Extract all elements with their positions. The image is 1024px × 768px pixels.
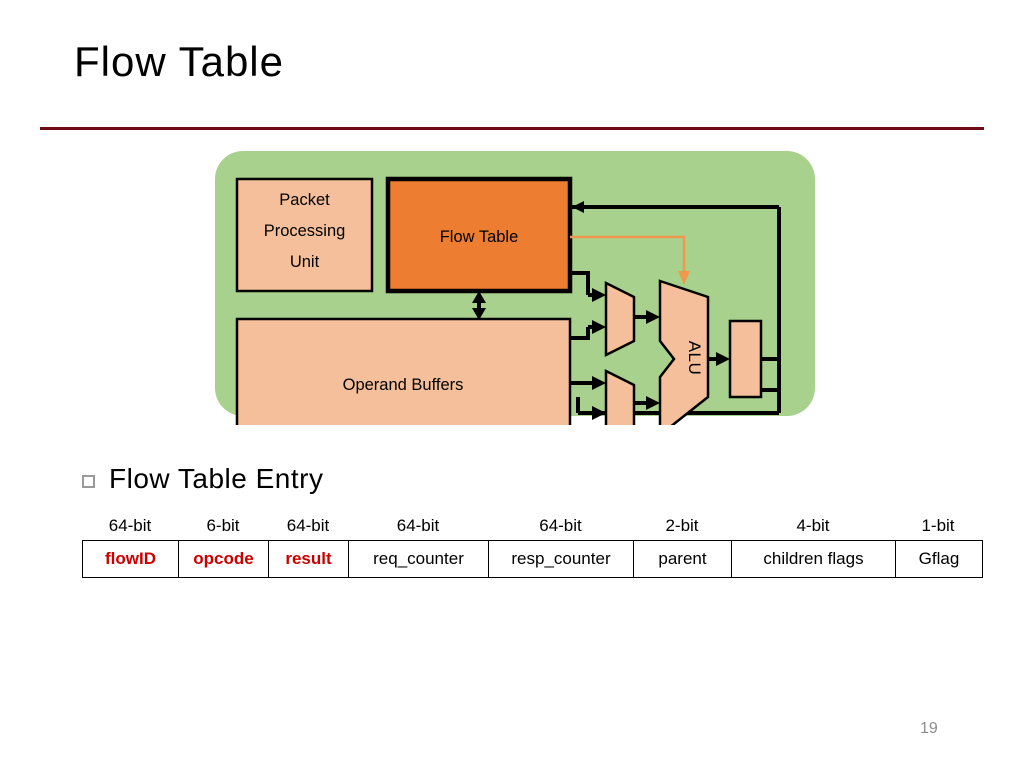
entry-field-cell: flowID [83,541,179,577]
block-operand-buffers: Operand Buffers [235,317,572,425]
entry-field-cell: Gflag [896,541,982,577]
ppu-label-line1: Packet [279,191,330,209]
operand-buffers-label: Operand Buffers [343,376,464,394]
alu-label: ALU [685,341,704,376]
bit-width-label: 64-bit [286,516,330,535]
bit-width-label: 4-bit [796,516,830,535]
title-divider [40,127,984,130]
bullet-row: Flow Table Entry [82,463,323,495]
block-packet-processing-unit: Packet Processing Unit [235,177,374,293]
ppu-label-line2: Processing [264,222,346,240]
entry-field-cell: opcode [179,541,269,577]
bit-width-label: 1-bit [921,516,955,535]
bit-width-label: 64-bit [539,516,582,535]
bit-width-label: 6-bit [206,516,240,535]
bit-width-header-row: 64-bit 6-bit 64-bit 64-bit 64-bit 2-bit 4-bit 1… [82,512,983,540]
entry-field-cell: result [269,541,349,577]
entry-field-cell: parent [634,541,732,577]
entry-field-cell: req_counter [349,541,489,577]
slide-page-number: 19 [920,720,938,737]
mux-top [604,280,636,358]
flow-table-entry-heading: Flow Table Entry [109,463,324,494]
flow-table-entry-row: flowID opcode result req_counter resp_counte… [82,540,983,578]
flow-table-label: Flow Table [440,228,519,246]
entry-field-cell: children flags [732,541,896,577]
architecture-diagram: Packet Processing Unit Flow Table Operan… [200,145,830,425]
block-flow-table: Flow Table [385,176,573,294]
ppu-label-line3: Unit [290,253,320,271]
bit-width-label: 64-bit [108,516,152,535]
square-bullet-icon [82,475,95,488]
bit-width-label: 2-bit [665,516,699,535]
bit-width-label: 64-bit [396,516,440,535]
flow-table-entry-figure: 64-bit 6-bit 64-bit 64-bit 64-bit 2-bit 4-bit 1… [82,512,983,578]
page-title: Flow Table [74,38,284,85]
block-result-register [728,319,763,399]
entry-field-cell: resp_counter [489,541,634,577]
